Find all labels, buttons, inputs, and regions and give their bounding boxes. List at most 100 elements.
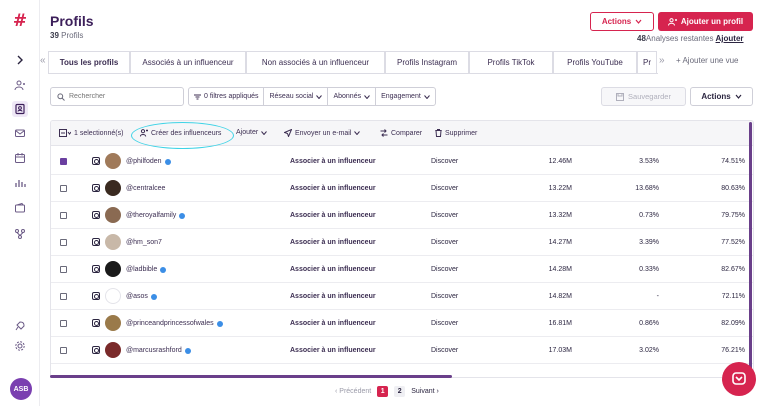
wallet-icon[interactable] (12, 200, 28, 216)
chevron-down-icon (261, 130, 268, 135)
followers-filter[interactable]: Abonnés (328, 88, 377, 105)
row-checkbox[interactable] (60, 185, 67, 192)
save-view-button[interactable]: Sauvegarder (601, 87, 686, 106)
actions-dropdown-button[interactable]: Actions (590, 12, 654, 31)
source-cell: Discover (431, 293, 459, 300)
tab-label: Tous les profils (59, 58, 119, 67)
search-icon (57, 92, 65, 101)
followers-filter-label: Abonnés (333, 93, 362, 100)
profile-handle[interactable]: @theroyalfamily (126, 212, 186, 219)
add-analyses-link[interactable]: Ajouter (716, 34, 744, 43)
profile-handle[interactable]: @centralcee (126, 185, 165, 192)
search-box[interactable] (50, 87, 184, 106)
associate-influencer-link[interactable]: Associer à un influenceur (290, 320, 376, 327)
tab-youtube[interactable]: Profils YouTube (553, 51, 637, 73)
table-row[interactable]: @theroyalfamily Associer à un influenceur… (51, 202, 753, 229)
tab-not-associated[interactable]: Non associés à un influenceur (246, 51, 385, 73)
profiles-icon[interactable] (12, 101, 28, 117)
verified-badge-icon (179, 212, 186, 219)
row-checkbox[interactable] (60, 266, 67, 273)
handle-text: @philfoden (126, 158, 162, 165)
table-actions-button[interactable]: Actions (690, 87, 753, 106)
profile-handle[interactable]: @hm_son7 (126, 239, 162, 246)
table-row[interactable]: @ladbible Associer à un influenceur Discov… (51, 256, 753, 283)
associate-influencer-link[interactable]: Associer à un influenceur (290, 266, 376, 273)
chevron-down-icon (423, 94, 430, 99)
tab-truncated[interactable]: Pr (637, 51, 657, 73)
search-input[interactable] (69, 93, 169, 100)
associate-influencer-link[interactable]: Associer à un influenceur (290, 293, 376, 300)
applied-filters-button[interactable]: 0 filtres appliqués (189, 88, 265, 105)
row-checkbox[interactable] (60, 158, 67, 165)
delete-label: Supprimer (445, 129, 478, 137)
create-influencers-button[interactable]: Créer des influenceurs (140, 129, 221, 137)
profile-handle[interactable]: @ladbible (126, 266, 167, 273)
help-chat-button[interactable] (722, 362, 756, 396)
previous-label: Précédent (339, 388, 372, 395)
user-avatar[interactable]: ASB (10, 378, 32, 400)
network-filter[interactable]: Réseau social (264, 88, 329, 105)
followers-cell: 13.22M (548, 185, 572, 192)
table-row[interactable]: @hm_son7 Associer à un influenceur Discove… (51, 229, 753, 256)
tabs-scroll-right-icon[interactable]: » (659, 55, 665, 66)
engagement-filter[interactable]: Engagement (376, 88, 435, 105)
previous-page-button[interactable]: ‹ Précédent (335, 388, 371, 395)
profiles-table: 1 selectionné(s) Créer des influenceurs … (50, 120, 754, 378)
add-label: Ajouter (236, 129, 259, 136)
next-label: Suivant (411, 388, 435, 395)
calendar-icon[interactable] (12, 150, 28, 166)
add-view-button[interactable]: + Ajouter une vue (676, 56, 739, 65)
tabs-scroll-left-icon[interactable]: « (40, 55, 46, 66)
send-email-dropdown[interactable]: Envoyer un e-mail (284, 129, 361, 137)
audience-quality-cell: 80.63% (721, 185, 745, 192)
send-icon (284, 129, 292, 137)
profile-handle[interactable]: @philfoden (126, 158, 171, 165)
associate-influencer-link[interactable]: Associer à un influenceur (290, 158, 376, 165)
table-row[interactable]: @centralcee Associer à un influenceur Disc… (51, 175, 753, 202)
tab-associated[interactable]: Associés à un influenceur (130, 51, 246, 73)
profile-handle[interactable]: @marcusrashford (126, 347, 191, 354)
network-icon[interactable] (12, 226, 28, 242)
expand-chevron-icon[interactable] (12, 52, 28, 68)
page-2-button[interactable]: 2 (394, 386, 406, 397)
row-checkbox[interactable] (60, 239, 67, 246)
settings-gear-icon[interactable] (12, 338, 28, 354)
selection-dropdown[interactable]: 1 selectionné(s) (59, 129, 123, 137)
app-root: # ASB Profils 39 Profils Actions Ajouter… (0, 0, 766, 406)
associate-influencer-link[interactable]: Associer à un influenceur (290, 212, 376, 219)
tab-all-profiles[interactable]: Tous les profils (48, 51, 130, 73)
table-row[interactable]: @princeandprincessofwales Associer à un i… (51, 310, 753, 337)
send-email-label: Envoyer un e-mail (295, 129, 352, 137)
horizontal-scrollbar[interactable] (50, 375, 452, 378)
delete-button[interactable]: Supprimer (435, 129, 477, 137)
brand-logo-icon[interactable]: # (11, 12, 29, 30)
tab-instagram[interactable]: Profils Instagram (385, 51, 469, 73)
table-row[interactable]: @marcusrashford Associer à un influenceur… (51, 337, 753, 364)
profile-handle[interactable]: @princeandprincessofwales (126, 320, 223, 327)
source-cell: Discover (431, 185, 459, 192)
associate-influencer-link[interactable]: Associer à un influenceur (290, 239, 376, 246)
people-icon[interactable] (12, 77, 28, 93)
profile-handle[interactable]: @asos (126, 293, 157, 300)
table-row[interactable]: @asos Associer à un influenceur Discover 14… (51, 283, 753, 310)
vertical-scrollbar[interactable] (749, 122, 752, 372)
profile-count: 39 Profils (50, 31, 83, 40)
row-checkbox[interactable] (60, 293, 67, 300)
table-row[interactable]: @philfoden Associer à un influenceur Disco… (51, 148, 753, 175)
tab-tiktok[interactable]: Profils TikTok (469, 51, 553, 73)
next-page-button[interactable]: Suivant › (411, 388, 439, 395)
row-checkbox[interactable] (60, 212, 67, 219)
stats-icon[interactable] (12, 175, 28, 191)
page-1-button[interactable]: 1 (377, 386, 389, 397)
add-dropdown[interactable]: Ajouter (236, 129, 268, 136)
rocket-icon[interactable] (12, 318, 28, 334)
associate-influencer-link[interactable]: Associer à un influenceur (290, 347, 376, 354)
associate-influencer-link[interactable]: Associer à un influenceur (290, 185, 376, 192)
row-checkbox[interactable] (60, 320, 67, 327)
add-profile-button[interactable]: Ajouter un profil (658, 12, 753, 31)
instagram-icon (92, 184, 100, 192)
compare-button[interactable]: Comparer (380, 129, 422, 137)
mail-icon[interactable] (12, 125, 28, 141)
row-checkbox[interactable] (60, 347, 67, 354)
tab-label: Profils Instagram (396, 58, 458, 67)
